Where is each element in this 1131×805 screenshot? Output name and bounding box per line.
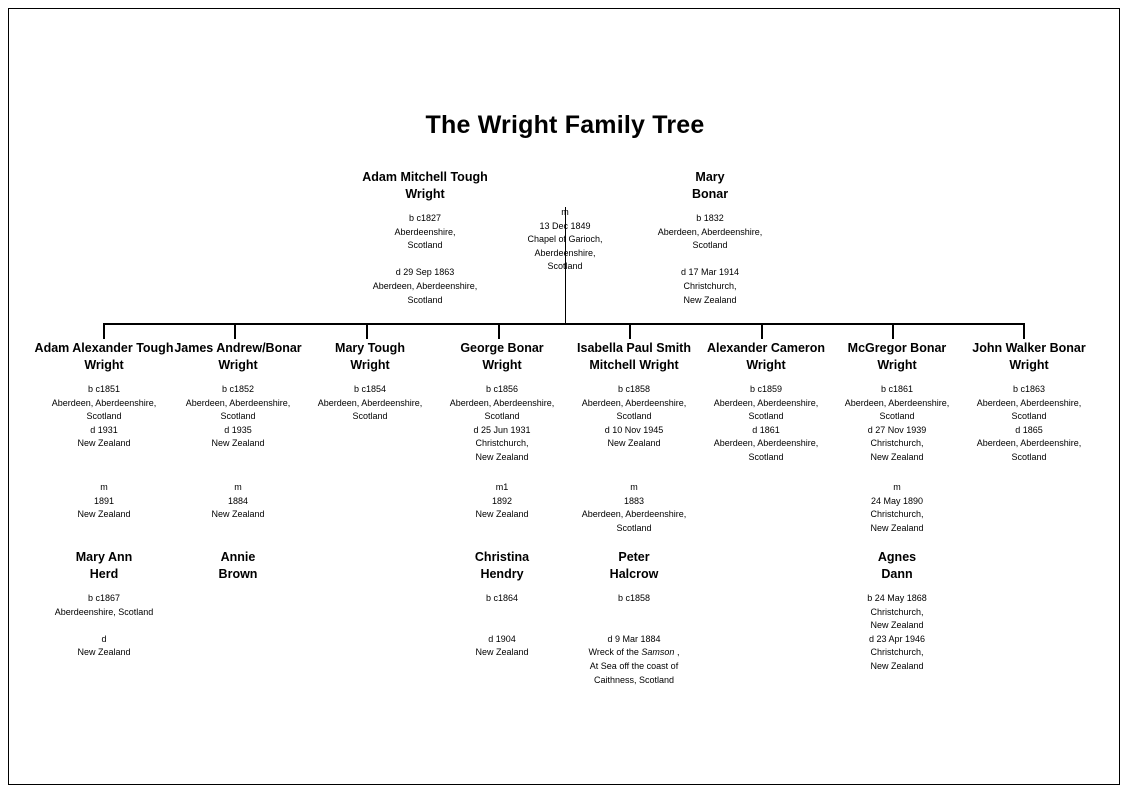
connector-child-drop-1 (234, 323, 236, 339)
ship-suffix: , (674, 647, 680, 658)
connector-child-drop-5 (761, 323, 763, 339)
person-name-line1: Peter (618, 550, 650, 564)
document-page: The Wright Family Tree Adam Mitchell Tou… (8, 8, 1120, 785)
person-death-details: d 9 Mar 1884 Wreck of the Samson , At Se… (553, 633, 715, 687)
connector-child-drop-6 (892, 323, 894, 339)
person-name-line2: Brown (218, 567, 258, 581)
person-child-7: John Walker Bonar Wright b c1863 Aberdee… (948, 340, 1110, 465)
person-birth-details: b 24 May 1868 Christchurch, New Zealand (867, 593, 927, 631)
person-birth-details: b c1827 Aberdeenshire, Scotland (394, 213, 456, 251)
person-birth-details: b 1832 Aberdeen, Aberdeenshire, Scotland (657, 213, 763, 251)
marriage-marker: m (893, 482, 901, 492)
marriage-child-1: m 1884 New Zealand (157, 481, 319, 522)
person-death-details: d 1865 Aberdeen, Aberdeenshire, Scotland (976, 424, 1082, 462)
person-spouse-4: Peter Halcrow b c1858 d 9 Mar 1884 Wreck… (553, 549, 715, 687)
connector-child-drop-0 (103, 323, 105, 339)
person-death-details: d New Zealand (77, 633, 131, 658)
person-name-line2: Wright (405, 187, 445, 201)
connector-sibling-bar (103, 323, 1024, 326)
person-death-details: d 23 Apr 1946 Christchurch, New Zealand (868, 633, 926, 671)
person-name-line2: Dann (881, 567, 913, 581)
marriage-child-4: m 1883 Aberdeen, Aberdeenshire, Scotland (553, 481, 715, 535)
person-name-line2: Bonar (691, 187, 729, 201)
person-spouse-1: Annie Brown (157, 549, 319, 583)
connector-child-drop-2 (366, 323, 368, 339)
person-mother: Mary Bonar b 1832 Aberdeen, Aberdeenshir… (620, 169, 800, 307)
person-birth-details: b c1863 Aberdeen, Aberdeenshire, Scotlan… (976, 384, 1082, 422)
person-death-details: d 1935 New Zealand (211, 424, 265, 449)
ship-prefix: Wreck of the (588, 647, 642, 658)
person-birth-details: b c1867 Aberdeenshire, Scotland (54, 593, 154, 617)
person-name-line1: Adam Mitchell Tough (362, 170, 488, 184)
marriage-child-6: m 24 May 1890 Christchurch, New Zealand (816, 481, 978, 535)
person-death-details: d 29 Sep 1863 Aberdeen, Aberdeenshire, S… (372, 267, 478, 305)
marriage-marker: m (630, 482, 638, 492)
person-name-line1: John Walker Bonar (972, 341, 1086, 355)
person-spouse-6: Agnes Dann b 24 May 1868 Christchurch, N… (816, 549, 978, 674)
page-title: The Wright Family Tree (425, 111, 705, 139)
connector-child-drop-7 (1023, 323, 1025, 339)
person-name-line1: Annie (220, 550, 256, 564)
person-name-line2: Halcrow (609, 567, 659, 581)
person-name-line2: Wright (1009, 358, 1049, 372)
person-death-details: d 17 Mar 1914 Christchurch, New Zealand (680, 267, 740, 305)
person-name-line1: Mary (695, 170, 725, 184)
person-death-ship-line: Wreck of the Samson , (553, 646, 715, 660)
connector-child-drop-4 (629, 323, 631, 339)
person-father: Adam Mitchell Tough Wright b c1827 Aberd… (335, 169, 515, 307)
marriage-marker: m (234, 482, 242, 492)
person-birth-details: b c1858 (617, 593, 651, 603)
family-tree-canvas: The Wright Family Tree Adam Mitchell Tou… (9, 9, 1121, 786)
person-name-line1: Agnes (877, 550, 917, 564)
ship-name: Samson (641, 647, 675, 658)
connector-parents-drop (564, 207, 567, 324)
connector-child-drop-3 (498, 323, 500, 339)
